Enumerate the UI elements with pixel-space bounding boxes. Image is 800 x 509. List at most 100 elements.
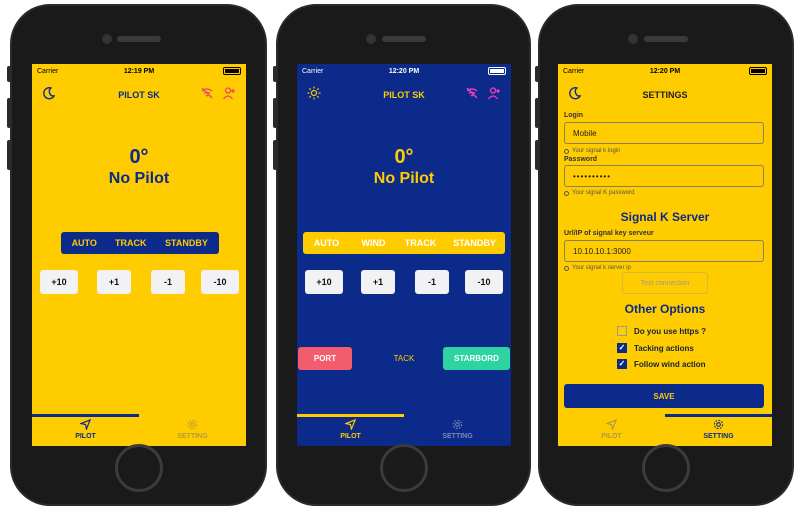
url-hint: Your signal k server ip (564, 265, 631, 271)
phone-speaker (381, 36, 426, 42)
url-field[interactable]: 10.10.10.1:3000 (564, 240, 764, 262)
mode-standby-button[interactable]: STANDBY (444, 232, 505, 254)
phone-camera (102, 34, 112, 44)
mode-track-button[interactable]: TRACK (397, 232, 444, 254)
password-field[interactable]: •••••••••• (564, 165, 764, 187)
follow-wind-checkbox[interactable]: ✓ (617, 359, 627, 369)
tab-bar: PILOT SETTING (32, 412, 246, 446)
page-title: PILOT SK (118, 90, 160, 100)
tacking-option-label: Tacking actions (634, 343, 694, 353)
url-label: Url/IP of signal key serveur (564, 230, 654, 237)
nav-bar: SETTINGS (558, 78, 772, 112)
heading-value: 0° (394, 146, 414, 168)
gear-icon (713, 419, 724, 429)
tab-setting[interactable]: SETTING (665, 412, 772, 446)
step-minus1-button[interactable]: -1 (151, 270, 185, 294)
tab-setting[interactable]: SETTING (404, 412, 511, 446)
wifi-off-icon[interactable] (465, 86, 479, 102)
mode-auto-button[interactable]: AUTO (303, 232, 350, 254)
heading-value: 0° (129, 146, 149, 168)
user-add-icon[interactable] (222, 86, 236, 102)
phone-settings: Carrier 12:20 PM SETTINGS Login Mobile Y… (535, 4, 794, 506)
https-option[interactable]: Do you use https ? (617, 326, 706, 336)
other-options-title: Other Options (624, 302, 706, 316)
tab-setting-label: SETTING (442, 432, 473, 440)
gear-icon (187, 419, 198, 429)
https-option-label: Do you use https ? (634, 326, 706, 336)
sun-icon[interactable] (307, 86, 321, 102)
phone-camera (366, 34, 376, 44)
tack-label: TACK (393, 354, 415, 363)
phone-side-button (535, 98, 539, 128)
moon-icon[interactable] (42, 86, 56, 102)
starboard-button[interactable]: STARBORD (443, 347, 510, 370)
battery-icon (223, 67, 241, 75)
user-add-icon[interactable] (487, 86, 501, 102)
status-bar: Carrier 12:20 PM (297, 64, 511, 78)
tab-pilot-label: PILOT (601, 432, 622, 440)
battery-icon (749, 67, 767, 75)
home-button[interactable] (379, 444, 428, 492)
nav-bar: PILOT SK (297, 78, 511, 112)
port-button[interactable]: PORT (298, 347, 352, 370)
moon-icon[interactable] (568, 86, 582, 102)
mode-auto-button[interactable]: AUTO (61, 232, 107, 254)
phone-camera (628, 34, 638, 44)
follow-wind-option[interactable]: ✓ Follow wind action (617, 359, 706, 369)
nav-actions (200, 86, 236, 102)
status-bar: Carrier 12:19 PM (32, 64, 246, 78)
status-bar: Carrier 12:20 PM (558, 64, 772, 78)
navigation-arrow-icon (80, 418, 91, 430)
phone-speaker (644, 36, 688, 42)
follow-wind-option-label: Follow wind action (634, 359, 706, 369)
step-plus1-button[interactable]: +1 (361, 270, 395, 294)
step-minus10-button[interactable]: -10 (465, 270, 503, 294)
step-plus1-button[interactable]: +1 (97, 270, 131, 294)
tacking-checkbox[interactable]: ✓ (617, 343, 627, 353)
screen: Carrier 12:20 PM SETTINGS Login Mobile Y… (558, 64, 772, 446)
mode-selector: AUTO WIND TRACK STANDBY (303, 232, 505, 254)
https-checkbox[interactable] (617, 326, 627, 336)
login-field[interactable]: Mobile (564, 122, 764, 144)
tab-pilot[interactable]: PILOT (32, 412, 139, 446)
tab-pilot[interactable]: PILOT (297, 412, 404, 446)
tab-setting[interactable]: SETTING (139, 412, 246, 446)
phone-side-button (7, 140, 11, 170)
nav-bar: PILOT SK (32, 78, 246, 112)
step-plus10-button[interactable]: +10 (40, 270, 78, 294)
tab-pilot-label: PILOT (75, 432, 96, 440)
battery-icon (488, 67, 506, 75)
tab-pilot-label: PILOT (340, 432, 361, 440)
mode-standby-button[interactable]: STANDBY (154, 232, 219, 254)
tacking-option[interactable]: ✓ Tacking actions (617, 343, 694, 353)
gear-icon (452, 419, 463, 429)
mode-selector: AUTO TRACK STANDBY (61, 232, 219, 254)
mode-track-button[interactable]: TRACK (107, 232, 153, 254)
step-minus1-button[interactable]: -1 (415, 270, 449, 294)
phone-side-button (273, 140, 277, 170)
status-time: 12:20 PM (649, 67, 681, 75)
test-connection-button[interactable]: Test connection (622, 272, 708, 294)
screen: Carrier 12:20 PM PILOT SK 0° No Pilot AU… (297, 64, 511, 446)
home-button[interactable] (114, 444, 163, 492)
wifi-off-icon[interactable] (200, 86, 214, 102)
tab-setting-label: SETTING (177, 432, 208, 440)
screen: Carrier 12:19 PM PILOT SK 0° No Pilot AU… (32, 64, 246, 446)
mode-wind-button[interactable]: WIND (350, 232, 397, 254)
save-button[interactable]: SAVE (564, 384, 764, 408)
phone-side-button (273, 98, 277, 128)
pilot-status: No Pilot (373, 170, 435, 187)
home-button[interactable] (642, 444, 690, 492)
url-hint-text: Your signal k server ip (572, 265, 631, 271)
tab-bar: PILOT SETTING (558, 412, 772, 446)
tab-setting-label: SETTING (703, 432, 734, 440)
phone-pilot-blue: Carrier 12:20 PM PILOT SK 0° No Pilot AU… (273, 4, 531, 506)
navigation-arrow-icon (345, 418, 356, 430)
phone-speaker (116, 36, 161, 42)
tab-pilot[interactable]: PILOT (558, 412, 665, 446)
step-plus10-button[interactable]: +10 (305, 270, 343, 294)
password-label: Password (564, 156, 598, 163)
server-section-title: Signal K Server (620, 210, 710, 224)
page-title: PILOT SK (383, 90, 425, 100)
step-minus10-button[interactable]: -10 (201, 270, 239, 294)
